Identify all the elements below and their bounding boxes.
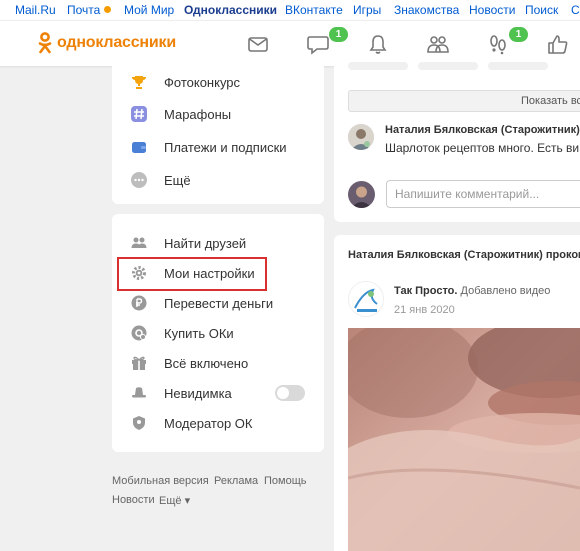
menu-item-buy-oki[interactable]: Купить ОКи bbox=[130, 321, 234, 345]
hashtag-icon bbox=[130, 105, 148, 123]
reaction-pill[interactable] bbox=[488, 62, 548, 70]
oki-coin-icon bbox=[130, 324, 148, 342]
menu-item-label: Марафоны bbox=[164, 106, 232, 122]
menu-item-label: Ещё bbox=[164, 172, 191, 188]
group-name[interactable]: Так Просто. bbox=[394, 285, 457, 297]
reaction-pill[interactable] bbox=[348, 62, 408, 70]
menu-item-more[interactable]: Ещё bbox=[130, 168, 191, 192]
guests-footprints-icon[interactable] bbox=[486, 33, 510, 55]
menu-item-label: Модератор ОК bbox=[164, 415, 253, 431]
menu-item-label: Перевести деньги bbox=[164, 295, 274, 311]
topnav-mail[interactable]: Почта bbox=[67, 3, 112, 17]
invisible-toggle[interactable] bbox=[275, 385, 305, 401]
topnav-mailru[interactable]: Mail.Ru bbox=[15, 3, 56, 17]
comment-author[interactable]: Наталия Бялковская (Старожитник) bbox=[385, 124, 580, 136]
discussions-icon[interactable] bbox=[306, 33, 330, 55]
menu-item-label: Купить ОКи bbox=[164, 325, 234, 341]
post-meta: Так Просто. Добавлено видео bbox=[394, 285, 550, 297]
menu-item-label: Всё включено bbox=[164, 355, 249, 371]
unread-dot-icon bbox=[104, 6, 112, 13]
topnav-more[interactable]: С bbox=[571, 3, 580, 17]
post-header: Наталия Бялковская (Старожитник) проком bbox=[348, 249, 580, 261]
footer-more-link[interactable]: Ещё ▾ bbox=[159, 494, 190, 507]
video-thumbnail[interactable] bbox=[348, 328, 580, 551]
comment-text: Шарлоток рецептов много. Есть ви bbox=[385, 141, 580, 155]
likes-thumb-icon[interactable] bbox=[546, 33, 570, 55]
ok-logo-text: одноклассники bbox=[57, 34, 176, 51]
guests-badge: 1 bbox=[509, 27, 528, 42]
commenter-avatar[interactable] bbox=[348, 124, 374, 150]
reaction-pill[interactable] bbox=[418, 62, 478, 70]
show-more-comments-button[interactable]: Показать вс bbox=[348, 90, 580, 112]
invisible-hat-icon bbox=[130, 384, 148, 402]
toggle-knob bbox=[277, 387, 289, 399]
menu-item-transfer-money[interactable]: Перевести деньги bbox=[130, 291, 273, 315]
friends-icon[interactable] bbox=[426, 33, 450, 55]
ruble-icon bbox=[130, 294, 148, 312]
menu-item-label: Невидимка bbox=[164, 385, 232, 401]
topnav-games[interactable]: Игры bbox=[353, 3, 381, 17]
find-friends-icon bbox=[130, 234, 148, 252]
comment-input[interactable]: Напишите комментарий... bbox=[386, 180, 580, 208]
discussions-badge: 1 bbox=[329, 27, 348, 42]
footer-mobile-link[interactable]: Мобильная версия bbox=[112, 475, 209, 487]
notifications-bell-icon[interactable] bbox=[366, 33, 390, 55]
footer-more-label: Ещё bbox=[159, 495, 182, 507]
menu-item-label: Найти друзей bbox=[164, 235, 247, 251]
post-date: 21 янв 2020 bbox=[394, 304, 455, 316]
topnav-moi-mir[interactable]: Мой Мир bbox=[124, 3, 174, 17]
ok-logo-icon bbox=[38, 32, 52, 54]
topnav-odnoklassniki[interactable]: Одноклассники bbox=[184, 3, 277, 17]
menu-item-moderator[interactable]: Модератор ОК bbox=[130, 411, 252, 435]
topnav-dating[interactable]: Знакомства bbox=[394, 3, 459, 17]
ok-logo[interactable]: одноклассники bbox=[38, 32, 176, 54]
topnav-vkontakte[interactable]: ВКонтакте bbox=[285, 3, 343, 17]
wallet-icon bbox=[130, 138, 148, 156]
menu-item-label: Платежи и подписки bbox=[164, 139, 287, 155]
menu-item-photo-contest[interactable]: Фотоконкурс bbox=[130, 70, 240, 94]
group-avatar[interactable] bbox=[348, 281, 384, 317]
my-avatar[interactable] bbox=[348, 181, 375, 208]
highlight-frame bbox=[117, 257, 267, 291]
shield-icon bbox=[130, 414, 148, 432]
more-dots-icon bbox=[130, 171, 148, 189]
topnav-mail-label: Почта bbox=[67, 3, 101, 17]
menu-item-label: Фотоконкурс bbox=[164, 74, 241, 90]
footer-news-link[interactable]: Новости bbox=[112, 494, 155, 506]
menu-item-find-friends[interactable]: Найти друзей bbox=[130, 231, 246, 255]
caret-down-icon: ▾ bbox=[184, 495, 191, 507]
messages-icon[interactable] bbox=[246, 33, 270, 55]
trophy-icon bbox=[130, 73, 148, 91]
menu-item-invisible[interactable]: Невидимка bbox=[130, 381, 232, 405]
footer-ads-link[interactable]: Реклама bbox=[214, 475, 258, 487]
menu-item-marathons[interactable]: Марафоны bbox=[130, 102, 231, 126]
mailru-topbar: Mail.Ru Почта Мой Мир Одноклассники ВКон… bbox=[0, 0, 580, 20]
footer-help-link[interactable]: Помощь bbox=[264, 475, 307, 487]
menu-item-all-inclusive[interactable]: Всё включено bbox=[130, 351, 248, 375]
post-header-text: Наталия Бялковская (Старожитник) проком bbox=[348, 249, 580, 261]
topnav-search[interactable]: Поиск bbox=[525, 3, 558, 17]
menu-item-payments[interactable]: Платежи и подписки bbox=[130, 135, 287, 159]
topnav-news[interactable]: Новости bbox=[469, 3, 515, 17]
gift-icon bbox=[130, 354, 148, 372]
post-action: Добавлено видео bbox=[460, 285, 551, 297]
